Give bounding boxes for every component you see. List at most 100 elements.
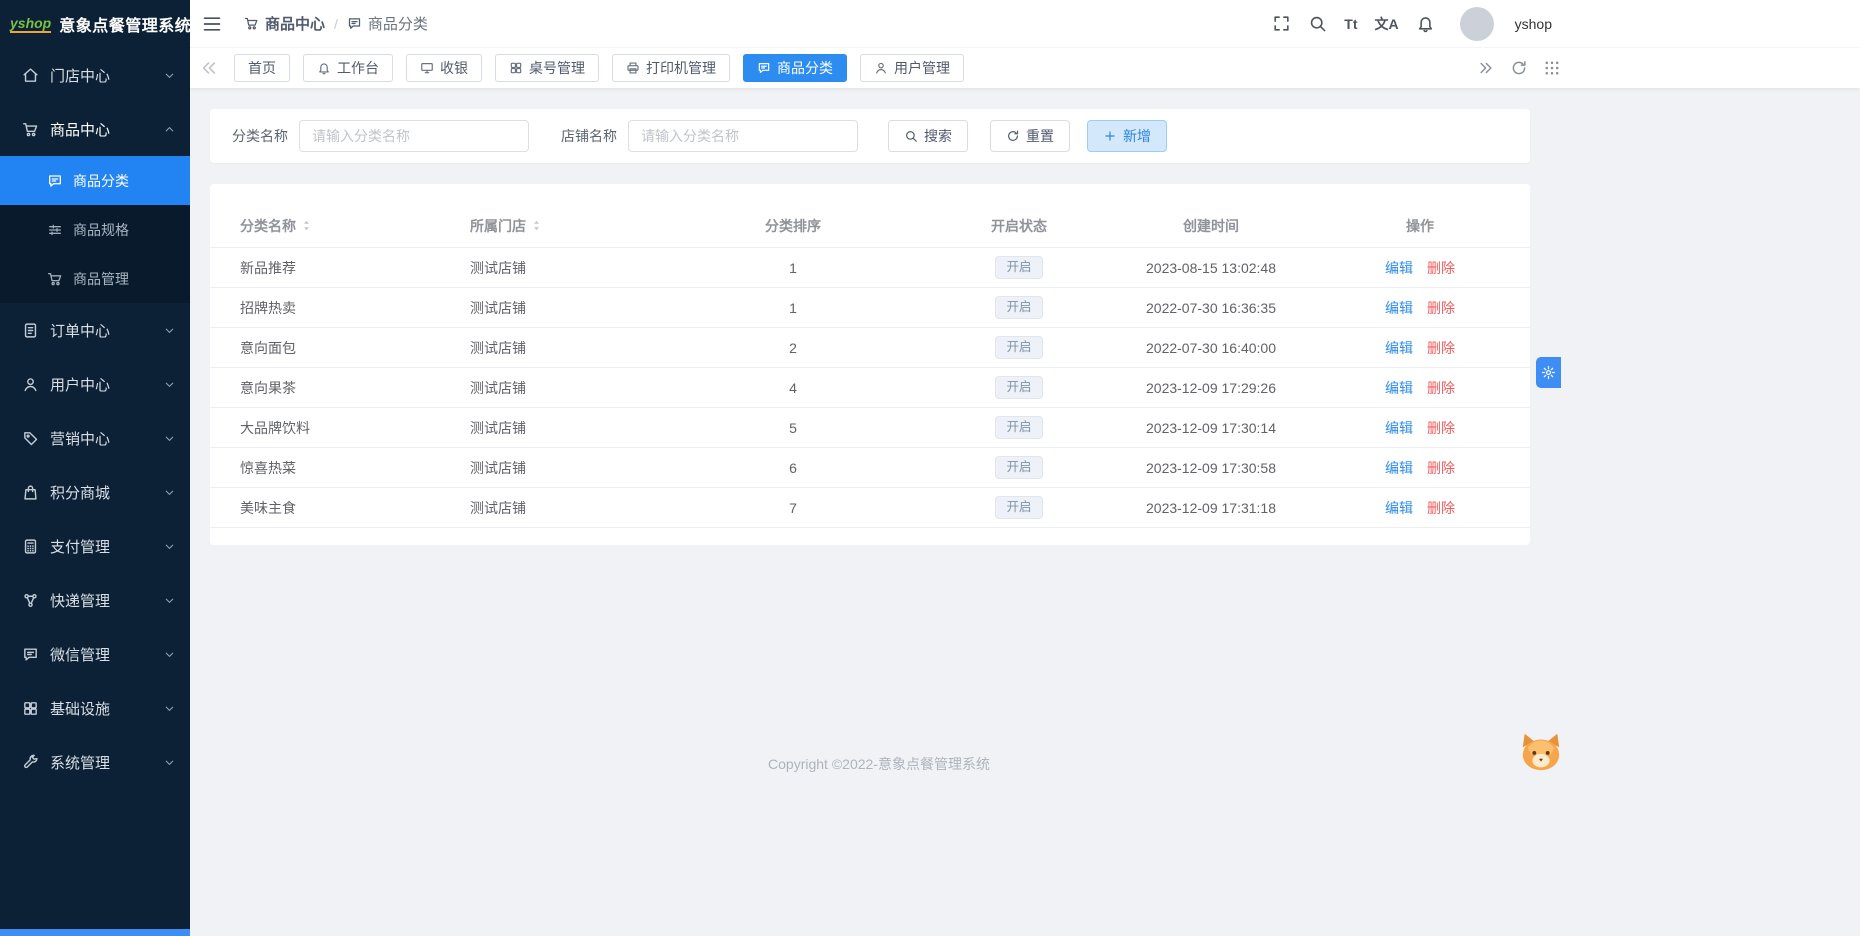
- mascot-fox-icon[interactable]: [1518, 729, 1564, 775]
- plus-icon: [1103, 129, 1117, 143]
- caret-sort-icon[interactable]: [530, 219, 543, 232]
- sidebar-subitem-商品管理[interactable]: 商品管理: [0, 254, 190, 303]
- sidebar-item-门店中心[interactable]: 门店中心: [0, 48, 190, 102]
- chat-icon: [47, 173, 63, 189]
- refresh-icon: [1006, 129, 1020, 143]
- hamburger-menu-icon[interactable]: [202, 14, 222, 34]
- sidebar-item-积分商城[interactable]: 积分商城: [0, 465, 190, 519]
- avatar[interactable]: [1459, 6, 1494, 41]
- sidebar-item-label: 基础设施: [50, 700, 111, 718]
- sidebar-item-用户中心[interactable]: 用户中心: [0, 357, 190, 411]
- delete-link[interactable]: 删除: [1427, 420, 1455, 436]
- delete-link[interactable]: 删除: [1427, 300, 1455, 316]
- edit-link[interactable]: 编辑: [1385, 260, 1413, 276]
- cell-status: 开启: [926, 255, 1112, 280]
- tab-工作台[interactable]: 工作台: [303, 54, 393, 82]
- store-name-input[interactable]: [628, 120, 858, 152]
- breadcrumb-item-商品分类[interactable]: 商品分类: [347, 13, 428, 34]
- sidebar-item-商品中心[interactable]: 商品中心: [0, 102, 190, 156]
- tab-首页[interactable]: 首页: [234, 54, 290, 82]
- sidebar-item-label: 支付管理: [50, 538, 111, 556]
- edit-link[interactable]: 编辑: [1385, 340, 1413, 356]
- column-header-label: 操作: [1406, 217, 1434, 234]
- tab-label: 工作台: [337, 60, 379, 76]
- sidebar-item-支付管理[interactable]: 支付管理: [0, 519, 190, 573]
- sidebar-item-订单中心[interactable]: 订单中心: [0, 303, 190, 357]
- cell-created-time: 2022-07-30 16:40:00: [1146, 339, 1276, 356]
- sidebar-item-系统管理[interactable]: 系统管理: [0, 735, 190, 789]
- delete-link[interactable]: 删除: [1427, 500, 1455, 516]
- refresh-tab-icon[interactable]: [1510, 59, 1528, 77]
- bell-icon[interactable]: [1416, 14, 1435, 33]
- table-row: 大品牌饮料 测试店铺 5 开启 2023-12-09 17:30:14 编辑 删除: [210, 408, 1530, 448]
- tab-options-icon[interactable]: [1543, 59, 1561, 77]
- caret-sort-icon[interactable]: [300, 219, 313, 232]
- column-header-分类名称[interactable]: 分类名称: [210, 216, 440, 236]
- tab-桌号管理[interactable]: 桌号管理: [495, 54, 599, 82]
- scrollbar-thumb[interactable]: [0, 929, 190, 936]
- edit-link[interactable]: 编辑: [1385, 380, 1413, 396]
- sidebar-item-快递管理[interactable]: 快递管理: [0, 573, 190, 627]
- home-icon: [22, 67, 39, 84]
- delete-link[interactable]: 删除: [1427, 260, 1455, 276]
- edit-link[interactable]: 编辑: [1385, 500, 1413, 516]
- font-size-icon[interactable]: Tt: [1344, 16, 1357, 32]
- tab-打印机管理[interactable]: 打印机管理: [612, 54, 730, 82]
- header-actions: Tt 文A yshop: [1272, 6, 1552, 41]
- add-button[interactable]: 新增: [1087, 120, 1167, 152]
- breadcrumb-label: 商品分类: [367, 16, 428, 33]
- search-icon: [904, 129, 918, 143]
- cell-status: 开启: [926, 335, 1112, 360]
- edit-link[interactable]: 编辑: [1385, 420, 1413, 436]
- tabs-scroll-right-icon[interactable]: [1477, 59, 1495, 77]
- table-header-row: 分类名称 所属门店 分类排序 开启状态 创建时间 操作: [210, 204, 1530, 248]
- status-badge: 开启: [995, 495, 1043, 520]
- table-row: 意向果茶 测试店铺 4 开启 2023-12-09 17:29:26 编辑 删除: [210, 368, 1530, 408]
- delete-link[interactable]: 删除: [1427, 380, 1455, 396]
- sidebar-item-基础设施[interactable]: 基础设施: [0, 681, 190, 735]
- breadcrumb-item-商品中心[interactable]: 商品中心: [244, 13, 325, 34]
- tab-label: 用户管理: [894, 60, 950, 76]
- category-name-input[interactable]: [299, 120, 529, 152]
- search-button-label: 搜索: [924, 128, 952, 144]
- cart-icon: [244, 16, 259, 31]
- delete-link[interactable]: 删除: [1427, 340, 1455, 356]
- reset-button[interactable]: 重置: [990, 120, 1070, 152]
- translate-icon[interactable]: 文A: [1375, 14, 1399, 34]
- username[interactable]: yshop: [1515, 16, 1552, 32]
- edit-link[interactable]: 编辑: [1385, 300, 1413, 316]
- sidebar-subitem-商品规格[interactable]: 商品规格: [0, 205, 190, 254]
- cell-status: 开启: [926, 415, 1112, 440]
- cell-category-name: 大品牌饮料: [240, 419, 310, 436]
- tabs-scroll-left-icon[interactable]: [199, 58, 219, 78]
- tab-label: 首页: [248, 60, 276, 76]
- fullscreen-icon[interactable]: [1272, 14, 1291, 33]
- search-button[interactable]: 搜索: [888, 120, 968, 152]
- bag-icon: [22, 484, 39, 501]
- delete-link[interactable]: 删除: [1427, 460, 1455, 476]
- sidebar-item-营销中心[interactable]: 营销中心: [0, 411, 190, 465]
- tab-用户管理[interactable]: 用户管理: [860, 54, 964, 82]
- sidebar-item-label: 快递管理: [50, 592, 111, 610]
- copyright: Copyright ©2022-意象点餐管理系统: [768, 756, 990, 772]
- user-icon: [22, 376, 39, 393]
- tab-商品分类[interactable]: 商品分类: [743, 54, 847, 82]
- column-header-label: 分类排序: [765, 217, 821, 234]
- cell-sort-order: 4: [789, 379, 797, 396]
- cell-created-time: 2023-12-09 17:29:26: [1146, 379, 1276, 396]
- cart-icon: [22, 121, 39, 138]
- column-header-所属门店[interactable]: 所属门店: [440, 216, 660, 236]
- sidebar-item-label: 用户中心: [50, 376, 111, 394]
- column-header-label: 创建时间: [1183, 217, 1239, 234]
- logo[interactable]: yshop 意象点餐管理系统: [0, 0, 191, 48]
- search-icon[interactable]: [1308, 14, 1327, 33]
- tab-收银[interactable]: 收银: [406, 54, 482, 82]
- theme-settings-button[interactable]: [1536, 357, 1561, 388]
- chevron-down-icon: [163, 648, 176, 661]
- chat-icon: [22, 646, 39, 663]
- sidebar-subitem-商品分类[interactable]: 商品分类: [0, 156, 190, 205]
- sidebar-item-微信管理[interactable]: 微信管理: [0, 627, 190, 681]
- chat-icon: [347, 16, 362, 31]
- table-body: 新品推荐 测试店铺 1 开启 2023-08-15 13:02:48 编辑 删除 招牌热卖 测试…: [210, 248, 1530, 528]
- edit-link[interactable]: 编辑: [1385, 460, 1413, 476]
